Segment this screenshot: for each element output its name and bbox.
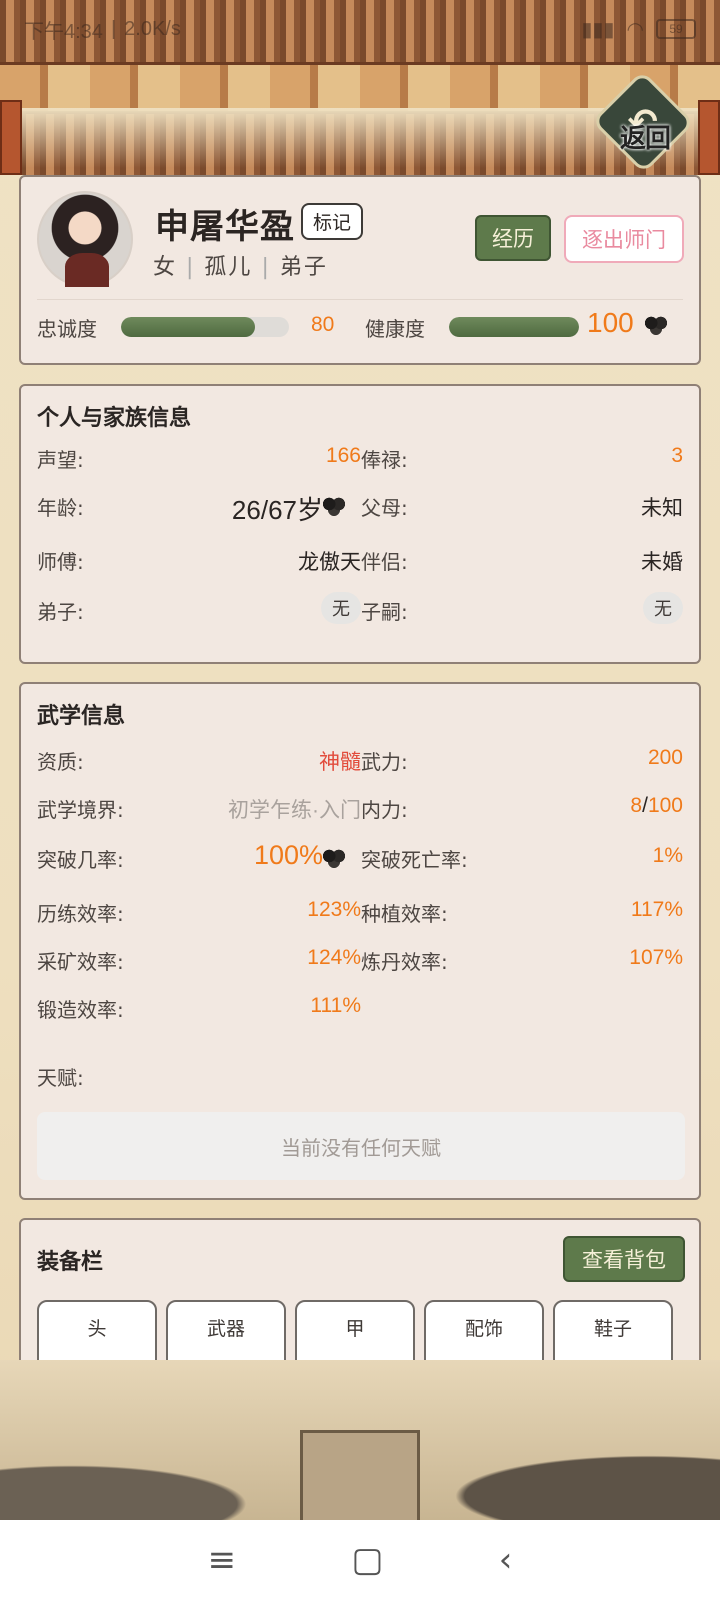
alchemy-eff-label: 炼丹效率: <box>361 950 448 974</box>
master-value: 龙傲天 <box>298 551 361 574</box>
forging-eff-value: 111% <box>310 994 361 1017</box>
children-chip[interactable]: 无 <box>643 592 683 624</box>
loyalty-value: 80 <box>311 313 335 336</box>
slot-name: 鞋子 <box>593 1318 632 1340</box>
aptitude-label: 资质: <box>37 750 84 774</box>
slot-name: 武器 <box>206 1318 245 1340</box>
health-label: 健康度 <box>365 317 425 341</box>
children-label: 子嗣: <box>361 600 408 624</box>
left-pillar <box>0 100 22 175</box>
battery-icon: 59 <box>656 19 696 39</box>
expel-button[interactable]: 逐出师门 <box>564 215 684 263</box>
spouse-label: 伴侣: <box>361 550 408 574</box>
loyalty-bar-fill <box>121 317 256 337</box>
slot-name: 头 <box>87 1318 107 1340</box>
salary-label: 俸禄: <box>361 448 408 472</box>
age-value: 26/67岁 <box>231 495 323 525</box>
status-speed: 2.0K/s <box>124 17 181 40</box>
age-label: 年龄: <box>37 496 84 520</box>
health-bar-fill <box>449 317 579 337</box>
role: 弟子 <box>279 255 328 280</box>
reputation-value: 166 <box>325 444 361 467</box>
flower-icon[interactable] <box>319 842 349 872</box>
talent-label: 天赋: <box>37 1066 84 1090</box>
status-bar: 下午4:34 | 2.0K/s ▮▮▮ ◠ 59 <box>0 0 720 58</box>
nav-back-icon[interactable]: ‹ <box>499 1540 513 1580</box>
profile-panel: 申屠华盈 标记 女 | 孤儿 | 弟子 经历 逐出师门 忠诚度 80 健康度 1… <box>19 175 701 365</box>
character-subinfo: 女 | 孤儿 | 弟子 <box>153 255 328 280</box>
inner-power-current: 8 <box>630 794 643 817</box>
death-rate-value: 1% <box>652 844 683 867</box>
avatar[interactable] <box>37 191 133 287</box>
menu-icon[interactable]: ≡ <box>208 1540 237 1580</box>
view-bag-button[interactable]: 查看背包 <box>563 1236 685 1282</box>
signal-icon: ▮▮▮ <box>581 18 615 41</box>
divider <box>37 299 683 300</box>
loyalty-bar <box>121 317 289 337</box>
flower-icon[interactable] <box>319 490 349 520</box>
planting-eff-label: 种植效率: <box>361 902 448 926</box>
training-eff-label: 历练效率: <box>37 902 124 926</box>
health-value: 100 <box>587 307 634 338</box>
wifi-icon: ◠ <box>626 18 644 41</box>
inner-power-max: 100 <box>647 794 683 817</box>
gender: 女 <box>153 255 178 280</box>
spouse-value: 未婚 <box>641 551 683 574</box>
martial-panel: 武学信息 资质: 神髓 武力: 200 武学境界: 初学乍练·入门 内力: 8/… <box>19 682 701 1200</box>
martial-title: 武学信息 <box>37 704 126 729</box>
breakthrough-value: 100% <box>253 840 323 870</box>
background: 孤儿 <box>204 255 253 280</box>
disciples-value[interactable]: 无 <box>321 592 361 624</box>
health-bar <box>449 317 579 337</box>
equipment-title: 装备栏 <box>37 1250 104 1275</box>
realm-label: 武学境界: <box>37 798 124 822</box>
forging-eff-label: 锻造效率: <box>37 998 124 1022</box>
talent-empty-box: 当前没有任何天赋 <box>37 1112 685 1180</box>
mining-eff-value: 124% <box>307 946 361 969</box>
parents-value: 未知 <box>641 497 683 520</box>
flower-icon[interactable] <box>641 309 671 339</box>
salary-value: 3 <box>671 444 683 467</box>
alchemy-eff-value: 107% <box>629 946 683 969</box>
aptitude-value: 神髓 <box>319 751 361 774</box>
right-pillar <box>698 100 720 175</box>
family-panel: 个人与家族信息 声望: 166 俸禄: 3 年龄: 26/67岁 父母: 未知 … <box>19 384 701 664</box>
planting-eff-value: 117% <box>630 898 683 921</box>
slot-name: 甲 <box>345 1318 365 1340</box>
mining-eff-label: 采矿效率: <box>37 950 124 974</box>
mark-button[interactable]: 标记 <box>301 203 364 240</box>
family-title: 个人与家族信息 <box>37 406 192 431</box>
master-label: 师傅: <box>37 550 84 574</box>
death-rate-label: 突破死亡率: <box>361 848 468 872</box>
realm-value: 初学乍练·入门 <box>228 799 361 822</box>
history-button[interactable]: 经历 <box>475 215 551 261</box>
back-label[interactable]: 返回 <box>610 118 680 155</box>
inner-power-value: 8/100 <box>630 794 683 818</box>
loyalty-label: 忠诚度 <box>37 317 97 341</box>
home-icon[interactable]: ▢ <box>351 1540 383 1580</box>
force-label: 武力: <box>361 750 408 774</box>
reputation-label: 声望: <box>37 448 84 472</box>
navigation-bar: ≡ ▢ ‹ <box>0 1520 720 1600</box>
inner-power-label: 内力: <box>361 798 408 822</box>
parents-label: 父母: <box>361 496 408 520</box>
breakthrough-label: 突破几率: <box>37 848 124 872</box>
character-name: 申屠华盈 <box>155 207 295 247</box>
children-value[interactable]: 无 <box>643 592 683 624</box>
training-eff-value: 123% <box>307 898 361 921</box>
gate-decoration <box>300 1430 420 1520</box>
disciples-label: 弟子: <box>37 600 84 624</box>
slot-name: 配饰 <box>464 1318 503 1340</box>
disciples-chip[interactable]: 无 <box>321 592 361 624</box>
force-value: 200 <box>647 746 683 769</box>
status-time: 下午4:34 <box>24 20 103 43</box>
